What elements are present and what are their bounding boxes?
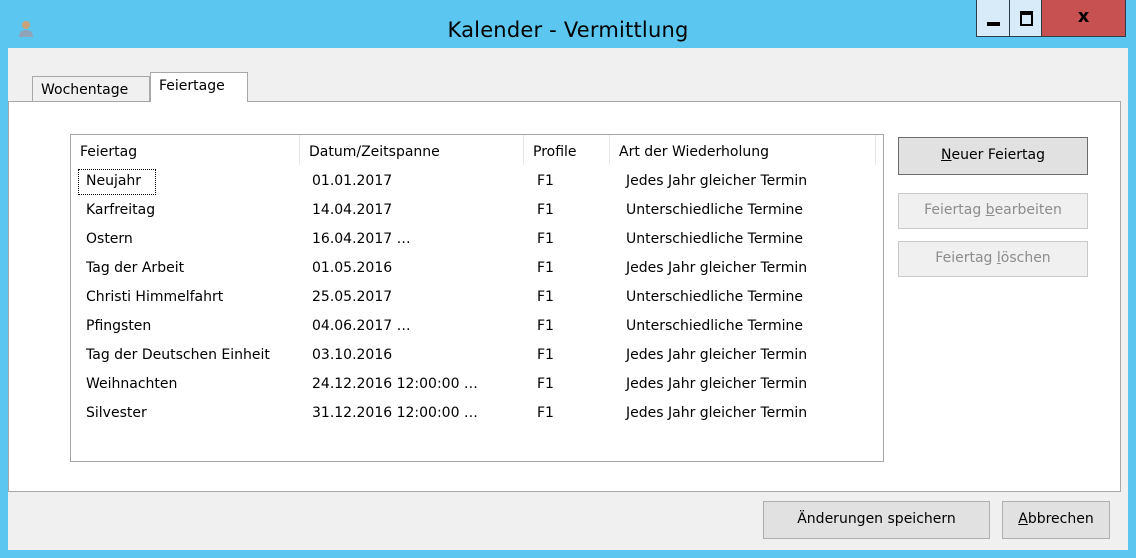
cell-datum: 24.12.2016 12:00:00 … — [312, 376, 478, 392]
list-item[interactable]: Neujahr 01.01.2017 F1 Jedes Jahr gleicher T… — [71, 166, 883, 195]
tab-wochentage[interactable]: Wochentage — [32, 76, 150, 101]
cell-feiertag: Neujahr — [86, 173, 142, 189]
cell-feiertag: Tag der Arbeit — [86, 260, 185, 276]
cell-feiertag: Christi Himmelfahrt — [86, 289, 224, 305]
delete-holiday-button[interactable]: Feiertag löschen — [898, 241, 1088, 277]
cell-wiederholung: Jedes Jahr gleicher Termin — [626, 405, 808, 421]
list-item[interactable]: Christi Himmelfahrt 25.05.2017 F1 Unterschi… — [71, 282, 883, 311]
cell-datum: 04.06.2017 … — [312, 318, 411, 334]
cell-datum: 01.01.2017 — [312, 173, 393, 189]
delete-holiday-label-post: öschen — [1000, 250, 1051, 266]
cell-datum: 01.05.2016 — [312, 260, 393, 276]
cell-profile: F1 — [537, 405, 554, 421]
column-header-wiederholung[interactable]: Art der Wiederholung — [610, 135, 876, 165]
column-header-feiertag[interactable]: Feiertag — [71, 135, 300, 165]
minimize-icon — [987, 22, 1000, 26]
close-button[interactable]: x — [1042, 0, 1126, 37]
cell-wiederholung: Unterschiedliche Termine — [626, 289, 803, 305]
cancel-label-post: bbrechen — [1027, 511, 1094, 527]
cell-profile: F1 — [537, 260, 554, 276]
list-item[interactable]: Karfreitag 14.04.2017 F1 Unterschiedliche T… — [71, 195, 883, 224]
cell-datum: 25.05.2017 — [312, 289, 393, 305]
cell-datum: 03.10.2016 — [312, 347, 393, 363]
cell-profile: F1 — [537, 347, 554, 363]
new-holiday-label-post: euer Feiertag — [951, 147, 1045, 163]
list-item[interactable]: Pfingsten 04.06.2017 … F1 Unterschiedliche … — [71, 311, 883, 340]
delete-holiday-label-pre: Feiertag — [935, 250, 997, 266]
cell-profile: F1 — [537, 202, 554, 218]
edit-holiday-label-post: earbeiten — [994, 202, 1062, 218]
maximize-button[interactable] — [1009, 0, 1042, 37]
maximize-icon — [1020, 11, 1033, 26]
cell-profile: F1 — [537, 231, 554, 247]
cell-feiertag: Tag der Deutschen Einheit — [86, 347, 270, 363]
list-item[interactable]: Tag der Arbeit 01.05.2016 F1 Jedes Jahr gle… — [71, 253, 883, 282]
column-header-profile[interactable]: Profile — [524, 135, 610, 165]
column-header-datum[interactable]: Datum/Zeitspanne — [300, 135, 524, 165]
cell-datum: 16.04.2017 … — [312, 231, 411, 247]
cell-profile: F1 — [537, 376, 554, 392]
list-item[interactable]: Silvester 31.12.2016 12:00:00 … F1 Jedes Ja… — [71, 398, 883, 427]
cell-feiertag: Karfreitag — [86, 202, 156, 218]
save-changes-button[interactable]: Änderungen speichern — [763, 501, 990, 539]
cell-wiederholung: Unterschiedliche Termine — [626, 202, 803, 218]
new-holiday-button[interactable]: Neuer Feiertag — [898, 137, 1088, 175]
cell-wiederholung: Unterschiedliche Termine — [626, 318, 803, 334]
minimize-button[interactable] — [976, 0, 1009, 37]
cell-wiederholung: Jedes Jahr gleicher Termin — [626, 260, 808, 276]
edit-holiday-label-pre: Feiertag — [924, 202, 986, 218]
new-holiday-label-accel: N — [941, 147, 952, 163]
cell-profile: F1 — [537, 289, 554, 305]
edit-holiday-button[interactable]: Feiertag bearbeiten — [898, 193, 1088, 229]
close-icon: x — [1077, 6, 1090, 27]
list-header: Feiertag Datum/Zeitspanne Profile Art de… — [71, 135, 883, 166]
cell-wiederholung: Jedes Jahr gleicher Termin — [626, 347, 808, 363]
list-item[interactable]: Weihnachten 24.12.2016 12:00:00 … F1 Jedes … — [71, 369, 883, 398]
cell-datum: 31.12.2016 12:00:00 … — [312, 405, 478, 421]
cell-profile: F1 — [537, 318, 554, 334]
dialog-window: Kalender - Vermittlung x Wochentage Feie… — [0, 0, 1136, 558]
cell-wiederholung: Jedes Jahr gleicher Termin — [626, 173, 808, 189]
cell-feiertag: Weihnachten — [86, 376, 178, 392]
dialog-body: Wochentage Feiertage Feiertag Datum/Zeit… — [8, 48, 1128, 550]
cell-profile: F1 — [537, 173, 554, 189]
list-item[interactable]: Ostern 16.04.2017 … F1 Unterschiedliche Ter… — [71, 224, 883, 253]
cell-datum: 14.04.2017 — [312, 202, 393, 218]
edit-holiday-label-accel: b — [985, 202, 995, 218]
cell-wiederholung: Jedes Jahr gleicher Termin — [626, 376, 808, 392]
cancel-button[interactable]: Abbrechen — [1002, 501, 1110, 539]
list-item[interactable]: Tag der Deutschen Einheit 03.10.2016 F1 Jed… — [71, 340, 883, 369]
cell-feiertag: Ostern — [86, 231, 133, 247]
tab-feiertage[interactable]: Feiertage — [150, 72, 248, 102]
cell-feiertag: Silvester — [86, 405, 147, 421]
cell-wiederholung: Unterschiedliche Termine — [626, 231, 803, 247]
cell-feiertag: Pfingsten — [86, 318, 152, 334]
holiday-list[interactable]: Feiertag Datum/Zeitspanne Profile Art de… — [70, 134, 884, 462]
title-bar[interactable]: Kalender - Vermittlung x — [0, 0, 1136, 48]
cancel-label-accel: A — [1018, 511, 1028, 527]
window-title: Kalender - Vermittlung — [447, 18, 689, 42]
